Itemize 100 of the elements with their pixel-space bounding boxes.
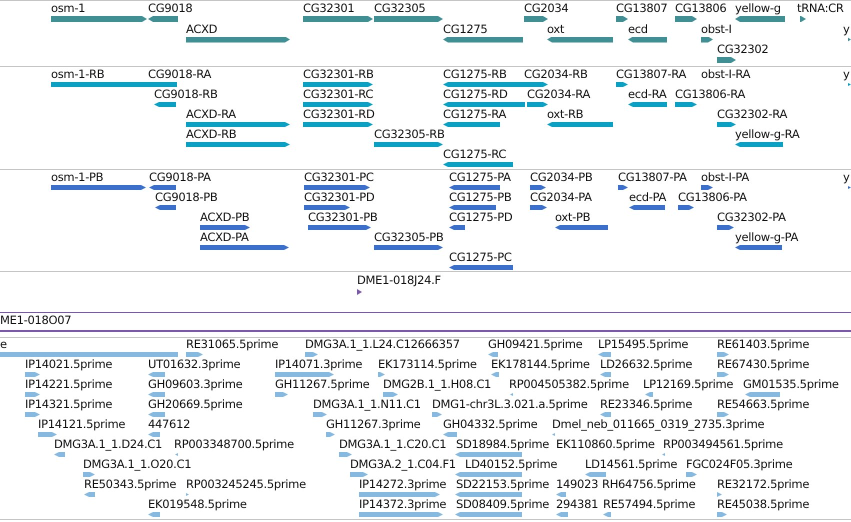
transcript-label: oxt-RB [547, 108, 584, 121]
gene-label: ecd [628, 22, 648, 36]
gene-label: CG1275 [443, 22, 488, 36]
est-label: GH11267.3prime [326, 418, 420, 431]
gene-label: CG2034 [524, 2, 568, 15]
gene-label: ACXD [186, 22, 218, 36]
est-label: IP14321.5prime [25, 398, 112, 411]
est-label: IP14272.3prime [359, 478, 446, 491]
protein-label: CG9018-PB [155, 191, 218, 204]
gene-label: CG32301 [303, 2, 354, 15]
est-label: RE57494.5prime [603, 498, 696, 511]
protein-label: CG32301-PB [308, 211, 378, 224]
est-label: RP003348700.5prime [174, 438, 294, 451]
est-label: FGC024F05.3prime [686, 458, 792, 471]
est-label: IP14372.3prime [359, 498, 446, 511]
transcript-label: CG1275-RD [443, 88, 508, 101]
protein-label: CG32301-PC [304, 171, 374, 184]
est-label: LP12169.5prime [643, 378, 734, 391]
est-label: EK173114.5prime [378, 358, 477, 371]
transcript-label: CG32301-RD [303, 108, 375, 121]
protein-label: CG32305-PB [374, 231, 444, 244]
transcript-label: yellow-g-RA [735, 128, 800, 141]
est-label: IP14071.3prime [275, 358, 362, 371]
protein-label: CG1275-PB [449, 191, 512, 204]
protein-label: CG1275-PD [449, 211, 512, 224]
est-label: RE61403.5prime [717, 338, 810, 351]
transcript-label: CG32302-RA [717, 108, 788, 121]
transcript-label: y [843, 68, 850, 81]
transcript-label: CG9018-RA [148, 68, 212, 81]
est-label: RE45038.5prime [717, 498, 810, 511]
gene-label: obst-I [701, 22, 732, 36]
est-label: RP004505382.5prime [509, 378, 629, 391]
est-label: GH11267.5prime [275, 378, 370, 391]
est-label: RP003245245.5prime [186, 478, 306, 491]
est-label: UT01632.3prime [148, 358, 240, 371]
est-label: RE32172.5prime [717, 478, 810, 491]
gene-label: CG13806 [675, 2, 726, 15]
protein-label: CG32301-PD [304, 191, 374, 204]
est-label: DMG3A.1_1.D24.C1 [54, 438, 162, 451]
est-label: DMG3A.1_1.L24.C12666357 [305, 338, 460, 351]
est-label: 447612 [148, 418, 190, 431]
transcript-label: CG1275-RA [443, 108, 506, 121]
est-label: RE67430.5prime [717, 358, 810, 371]
transcript-label: CG13806-RA [675, 88, 746, 101]
est-label: 149023 [556, 478, 598, 491]
protein-label: CG2034-PB [530, 171, 592, 184]
gene-label: CG13807 [616, 2, 668, 15]
est-label: RE50343.5prime [84, 478, 176, 491]
est-label: RH64756.5prime [602, 478, 696, 491]
transcript-label: CG1275-RB [443, 68, 507, 81]
transcript-label: obst-I-RA [701, 68, 750, 81]
gene-label: yellow-g [735, 2, 781, 15]
est-label: GM01535.5prime [743, 378, 839, 391]
est-label: DMG2B.1_1.H08.C1 [383, 378, 492, 391]
protein-label: CG13806-PA [678, 191, 747, 204]
est-label: IP14221.5prime [25, 378, 112, 391]
est-label: LD14561.5prime [585, 458, 678, 471]
est-label: EK019548.5prime [148, 498, 247, 511]
est-label: IP14021.5prime [25, 358, 112, 371]
protein-label: ecd-PA [629, 191, 666, 204]
transcript-label: CG2034-RB [524, 68, 588, 81]
est-label: DMG1-chr3L.3.021.a.5prime [432, 398, 588, 411]
clone-label: ME1-018O07 [0, 314, 72, 327]
est-label: e [0, 338, 7, 351]
est-label: RE31065.5prime [186, 338, 278, 351]
transcript-label: ACXD-RB [186, 128, 236, 141]
est-label: LD40152.5prime [465, 458, 558, 471]
protein-label: CG1275-PC [449, 251, 512, 264]
gene-label: osm-1 [51, 2, 86, 15]
est-label: GH04332.5prime [443, 418, 538, 431]
est-label: GH09603.3prime [148, 378, 242, 391]
protein-label: y [843, 171, 850, 184]
transcript-label: CG2034-RA [527, 88, 590, 101]
protein-label: oxt-PB [555, 211, 590, 224]
transcript-label: CG32301-RB [303, 68, 374, 81]
transcript-label: CG13807-RA [616, 68, 686, 81]
est-label: DMG3A.2_1.C04.F1 [350, 458, 456, 471]
est-label: GH09421.5prime [488, 338, 582, 351]
protein-label: CG9018-PA [149, 171, 211, 184]
transcript-label: ecd-RA [628, 88, 666, 101]
protein-label: CG2034-PA [530, 191, 592, 204]
est-label: GH20669.5prime [148, 398, 242, 411]
protein-label: CG32302-PA [717, 211, 786, 224]
transcript-label: CG32301-RC [303, 88, 374, 101]
est-label: SD22153.5prime [456, 478, 550, 491]
gene-label: oxt [547, 22, 564, 36]
protein-label: CG1275-PA [449, 171, 511, 184]
transcript-label: CG32305-RB [374, 128, 445, 141]
protein-label: osm-1-PB [51, 171, 104, 184]
est-label: EK110860.5prime [556, 438, 655, 451]
est-label: EK178144.5prime [491, 358, 590, 371]
gene-label: CG9018 [148, 2, 192, 15]
est-label: RE23346.5prime [600, 398, 692, 411]
protein-label: ACXD-PB [200, 211, 250, 224]
transcript-label: CG9018-RB [154, 88, 218, 101]
transcript-label: ACXD-RA [186, 108, 236, 121]
gene-label: tRNA:CR [797, 2, 844, 15]
est-label: SD08409.5prime [456, 498, 550, 511]
protein-label: yellow-g-PA [735, 231, 798, 244]
est-label: IP14121.5prime [38, 418, 126, 431]
